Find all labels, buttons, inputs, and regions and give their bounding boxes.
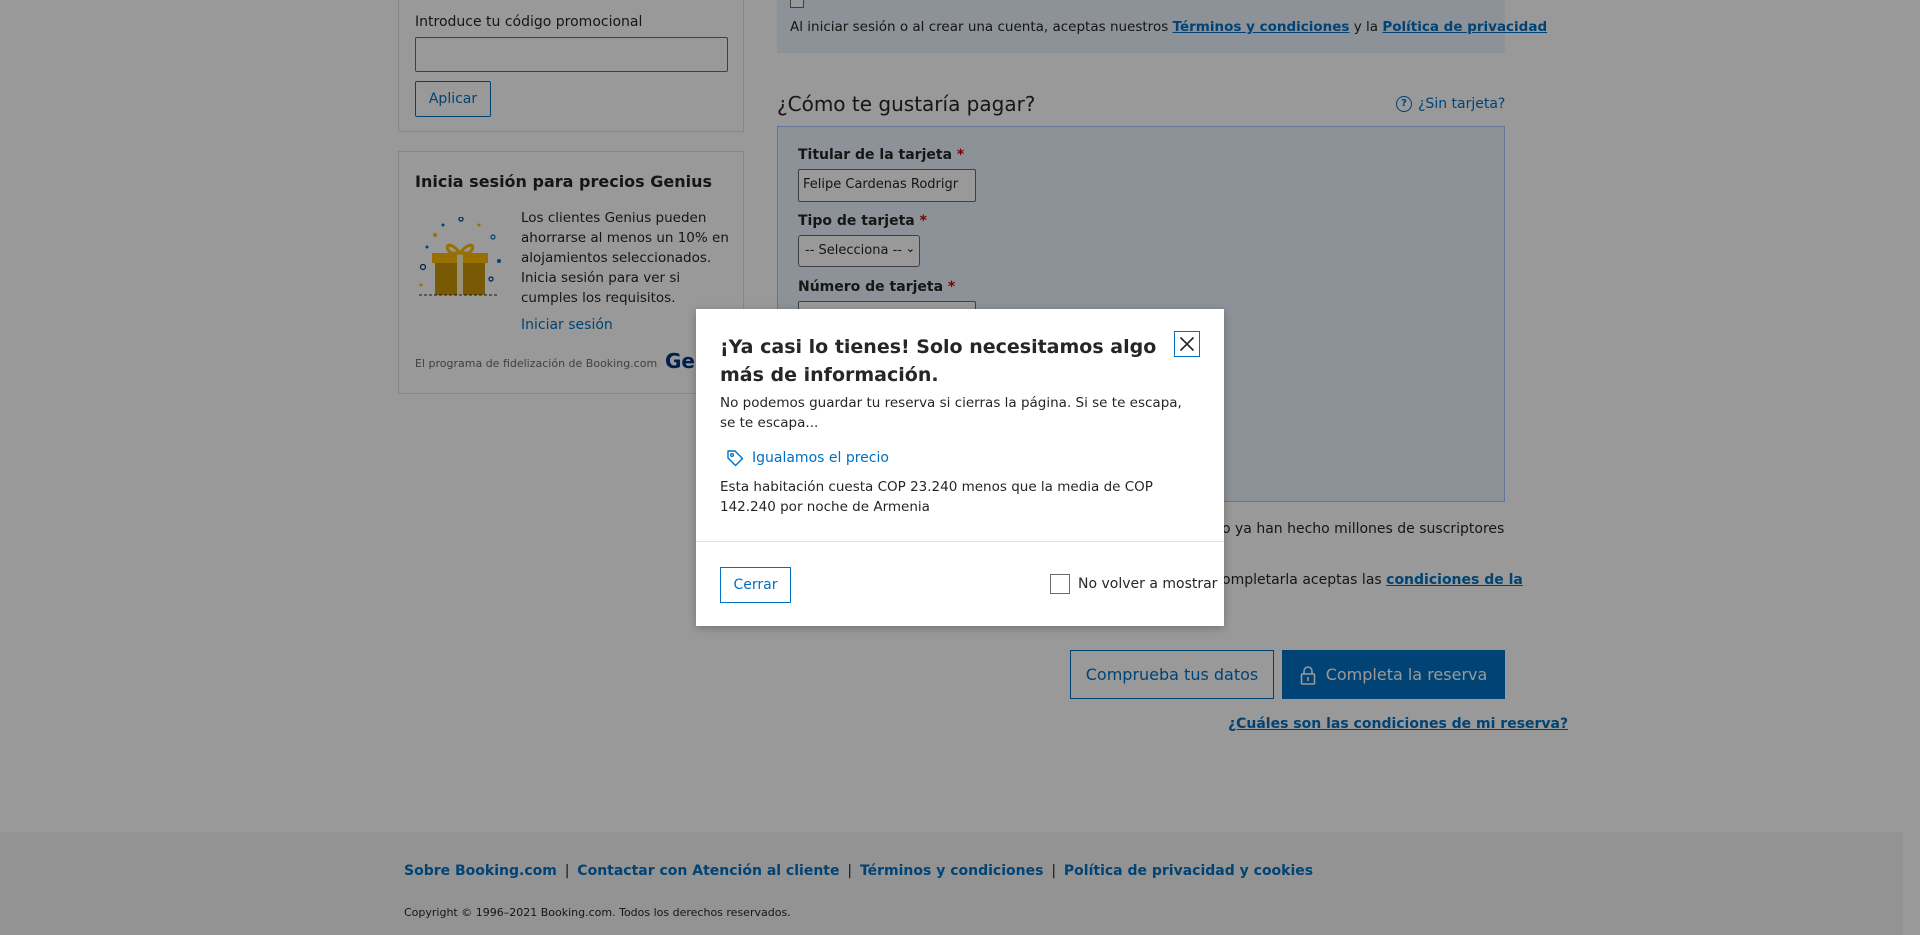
leave-confirmation-modal: ¡Ya casi lo tienes! Solo necesitamos alg… <box>696 309 1224 626</box>
dont-show-checkbox[interactable] <box>1050 574 1070 594</box>
modal-cerrar-button[interactable]: Cerrar <box>720 567 791 603</box>
modal-title: ¡Ya casi lo tienes! Solo necesitamos alg… <box>720 336 1157 386</box>
modal-price-text: Esta habitación cuesta COP 23.240 menos … <box>720 479 1153 515</box>
tag-icon <box>727 450 744 467</box>
dont-show-again[interactable]: No volver a mostrar <box>1050 574 1217 594</box>
modal-divider <box>696 541 1224 542</box>
close-icon <box>1179 336 1195 352</box>
modal-description: No podemos guardar tu reserva si cierras… <box>720 395 1182 431</box>
price-match-link[interactable]: Igualamos el precio <box>726 449 889 467</box>
modal-close-button[interactable] <box>1174 331 1200 357</box>
dont-show-label: No volver a mostrar <box>1078 576 1218 592</box>
price-match-label: Igualamos el precio <box>752 450 889 466</box>
